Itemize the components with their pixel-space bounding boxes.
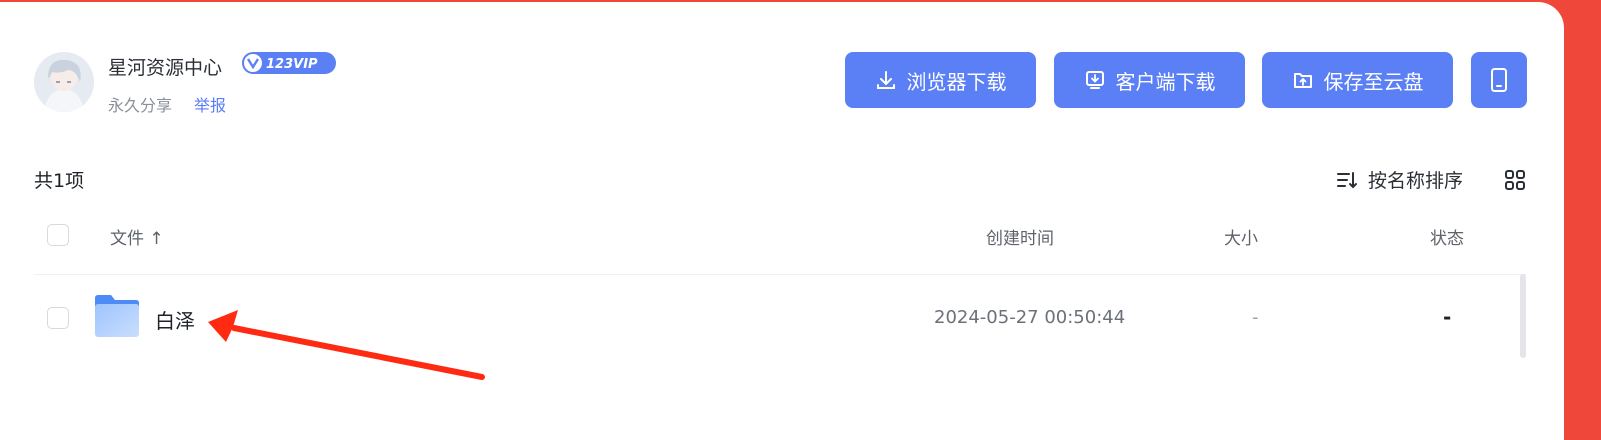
save-to-cloud-label: 保存至云盘 xyxy=(1323,69,1424,94)
column-header-file[interactable]: 文件 ↑ xyxy=(110,224,164,249)
save-to-cloud-button[interactable]: 保存至云盘 xyxy=(1262,52,1453,108)
client-download-label: 客户端下载 xyxy=(1115,69,1216,94)
file-status: - xyxy=(1443,305,1452,329)
file-size: - xyxy=(1252,307,1259,328)
share-duration: 永久分享 xyxy=(108,96,173,115)
column-header-created: 创建时间 xyxy=(986,229,1054,249)
mobile-phone-icon xyxy=(1491,68,1507,92)
browser-download-label: 浏览器下载 xyxy=(906,69,1007,94)
report-link[interactable]: 举报 xyxy=(194,92,226,116)
download-icon xyxy=(876,71,895,89)
upload-folder-icon xyxy=(1293,73,1312,88)
uploader-name: 星河资源中心 xyxy=(108,57,223,79)
list-scrollbar[interactable] xyxy=(1520,274,1526,358)
sort-by-name-control[interactable]: 按名称排序 xyxy=(1336,166,1463,193)
header-divider xyxy=(34,274,1526,275)
client-download-icon xyxy=(1085,71,1104,89)
sort-label: 按名称排序 xyxy=(1368,170,1464,192)
folder-name[interactable]: 白泽 xyxy=(155,305,195,334)
sort-icon xyxy=(1337,171,1357,188)
item-count: 共1项 xyxy=(34,170,85,192)
client-download-button[interactable]: 客户端下载 xyxy=(1054,52,1245,108)
column-header-size: 大小 xyxy=(1224,229,1258,249)
vip-badge: 123VIP xyxy=(242,52,336,78)
mobile-button[interactable] xyxy=(1471,52,1527,108)
annotation-arrow-icon xyxy=(200,310,490,386)
svg-text:123VIP: 123VIP xyxy=(266,57,318,72)
browser-download-button[interactable]: 浏览器下载 xyxy=(845,52,1036,108)
grid-icon xyxy=(1505,170,1525,190)
created-time: 2024-05-27 00:50:44 xyxy=(934,307,1126,328)
column-header-status: 状态 xyxy=(1430,229,1464,249)
row-checkbox[interactable] xyxy=(47,307,69,329)
folder-icon xyxy=(94,294,140,342)
select-all-checkbox[interactable] xyxy=(47,224,69,246)
grid-view-toggle[interactable] xyxy=(1504,169,1526,195)
avatar xyxy=(34,52,94,112)
